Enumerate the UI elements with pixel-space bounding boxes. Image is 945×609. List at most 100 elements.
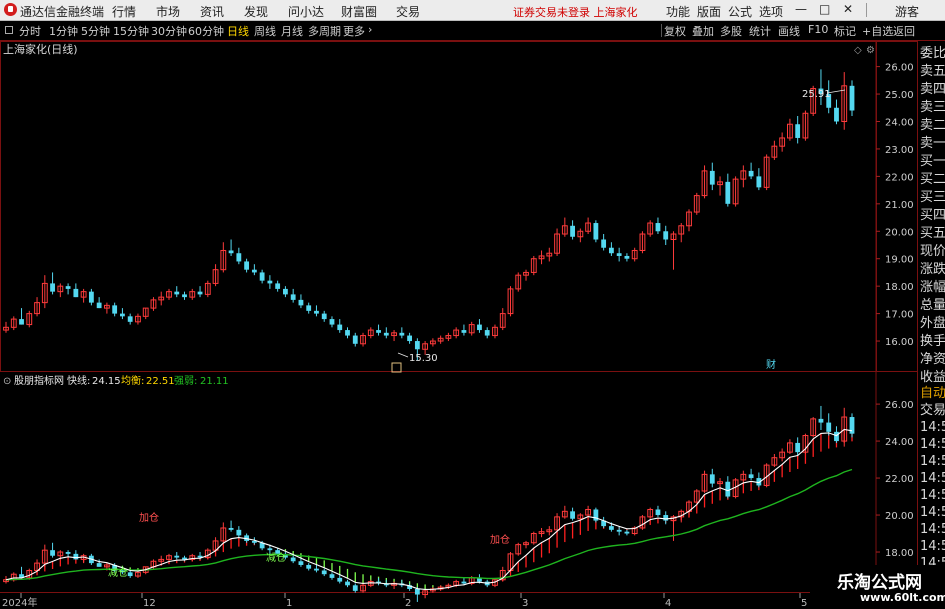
period-1min[interactable]: 1分钟 <box>49 23 78 39</box>
signal-sell-2: 减仓 <box>266 551 286 564</box>
chart-canvas[interactable]: 上海家化(日线) ◇ ⚙ 26.0025.0024.0023.0022.0021… <box>0 41 945 609</box>
price-tick-label: 21.00 <box>885 200 914 211</box>
menu-banmian[interactable]: 版面 <box>697 3 721 20</box>
candle <box>321 313 327 320</box>
indicator-tick-label: 20.00 <box>885 511 914 522</box>
indicator-candle <box>624 531 630 534</box>
indicator-candle <box>306 564 312 569</box>
menu-hangqing[interactable]: 行情 <box>112 3 136 20</box>
period-weekly[interactable]: 周线 <box>254 23 276 39</box>
candle <box>290 294 296 300</box>
fast-line <box>5 428 853 590</box>
event-marker-icon[interactable] <box>391 362 402 373</box>
side-panel-mode[interactable]: 交易 <box>920 404 945 417</box>
period-60min[interactable]: 60分钟 <box>188 23 224 39</box>
price-tick-label: 19.00 <box>885 255 914 266</box>
strength-value: 21.11 <box>200 376 229 387</box>
btn-back[interactable]: 返回 <box>893 23 915 39</box>
btn-fuquan[interactable]: 复权 <box>664 23 686 39</box>
indicator-ribbon <box>13 429 853 590</box>
candle <box>337 324 343 331</box>
side-panel-item: 买四 <box>920 208 945 223</box>
menu-zixun[interactable]: 资讯 <box>200 3 224 20</box>
menu-caifuquan[interactable]: 财富圈 <box>341 3 377 20</box>
btn-biaoji[interactable]: 标记 <box>834 23 856 39</box>
candle <box>236 253 242 262</box>
period-monthly[interactable]: 月线 <box>281 23 303 39</box>
indicator-tick-label: 24.00 <box>885 437 914 448</box>
toggle-square-icon[interactable] <box>5 26 13 34</box>
indicator-candle <box>461 581 467 584</box>
menu-shichang[interactable]: 市场 <box>156 3 180 20</box>
side-panel-mode[interactable]: 自动 <box>920 387 945 400</box>
menu-jiaoyi[interactable]: 交易 <box>396 3 420 20</box>
candle <box>834 107 839 122</box>
price-tick-label: 26.00 <box>885 63 914 74</box>
candle <box>73 288 79 298</box>
period-daily[interactable]: 日线 <box>227 23 249 39</box>
menu-faxian[interactable]: 发现 <box>244 3 268 20</box>
btn-f10[interactable]: F10 <box>808 23 828 36</box>
watermark: 乐淘公式网 www.60lt.com <box>810 565 945 609</box>
candle <box>725 181 731 204</box>
menu-gongneng[interactable]: 功能 <box>666 3 690 20</box>
more-chevron-icon[interactable]: › <box>368 23 372 36</box>
period-multi[interactable]: 多周期 <box>308 23 341 39</box>
trade-time-item: 14:56 <box>920 505 945 520</box>
price-tick-label: 17.00 <box>885 310 914 321</box>
signal-buy-2: 加仓 <box>490 533 510 546</box>
menu-gongshi[interactable]: 公式 <box>728 3 752 20</box>
trade-login-notice[interactable]: 证券交易未登录 上海家化 <box>513 4 638 20</box>
indicator-toggle-icon[interactable]: ⊙ <box>3 376 11 387</box>
settings-gear-icon[interactable]: ⚙ <box>866 45 875 56</box>
side-panel-item: 净资 <box>920 352 945 367</box>
candle <box>345 330 350 336</box>
menu-xuanxiang[interactable]: 选项 <box>759 3 783 20</box>
period-5min[interactable]: 5分钟 <box>81 23 110 39</box>
price-tick-label: 24.00 <box>885 117 914 128</box>
side-panel-item: 现价 <box>920 244 945 259</box>
period-30min[interactable]: 30分钟 <box>151 23 187 39</box>
user-guest[interactable]: 游客 <box>895 3 919 20</box>
price-tick-label: 22.00 <box>885 172 914 183</box>
trade-time-item: 14:56 <box>920 539 945 554</box>
date-label-1: 1 <box>286 598 292 609</box>
minimize-icon[interactable]: — <box>795 2 807 16</box>
candle <box>251 269 257 273</box>
side-panel-item: 收益 <box>920 370 945 385</box>
candle <box>306 305 312 311</box>
btn-add-watchlist[interactable]: +自选 <box>862 23 893 39</box>
indicator-candle <box>96 563 102 567</box>
app-name: 通达信金融终端 <box>20 5 105 19</box>
main-chart-frame <box>0 41 877 372</box>
indicator-candle <box>818 418 824 423</box>
date-label-2024: 2024年 <box>2 596 37 609</box>
candle <box>376 330 381 333</box>
btn-tongji[interactable]: 统计 <box>749 23 771 39</box>
candle <box>624 255 630 259</box>
period-fenshi[interactable]: 分时 <box>19 23 41 39</box>
candle <box>601 239 607 248</box>
high-price-label: 25.91 <box>802 89 831 100</box>
candle <box>756 176 762 188</box>
fast-line-label: 快线: <box>67 374 90 387</box>
period-more[interactable]: 更多 <box>343 23 365 39</box>
indicator-tick-label: 26.00 <box>885 400 914 411</box>
indicator-candle <box>174 555 180 558</box>
diamond-icon[interactable]: ◇ <box>854 45 862 56</box>
maximize-icon[interactable]: □ <box>819 2 830 16</box>
candle <box>96 302 102 309</box>
indicator-candle <box>608 526 614 530</box>
indicator-candle <box>655 509 661 516</box>
btn-huaxian[interactable]: 画线 <box>778 23 800 39</box>
close-icon[interactable]: ✕ <box>843 2 853 16</box>
price-tick-label: 23.00 <box>885 145 914 156</box>
indicator-candle <box>50 550 55 556</box>
btn-diejia[interactable]: 叠加 <box>692 23 714 39</box>
finance-marker[interactable]: 财 <box>766 358 776 371</box>
side-panel-item: 卖二 <box>920 118 945 133</box>
menu-wenxiaoda[interactable]: 问小达 <box>288 3 324 20</box>
candle <box>407 335 413 342</box>
period-15min[interactable]: 15分钟 <box>113 23 149 39</box>
btn-duogu[interactable]: 多股 <box>720 23 742 39</box>
